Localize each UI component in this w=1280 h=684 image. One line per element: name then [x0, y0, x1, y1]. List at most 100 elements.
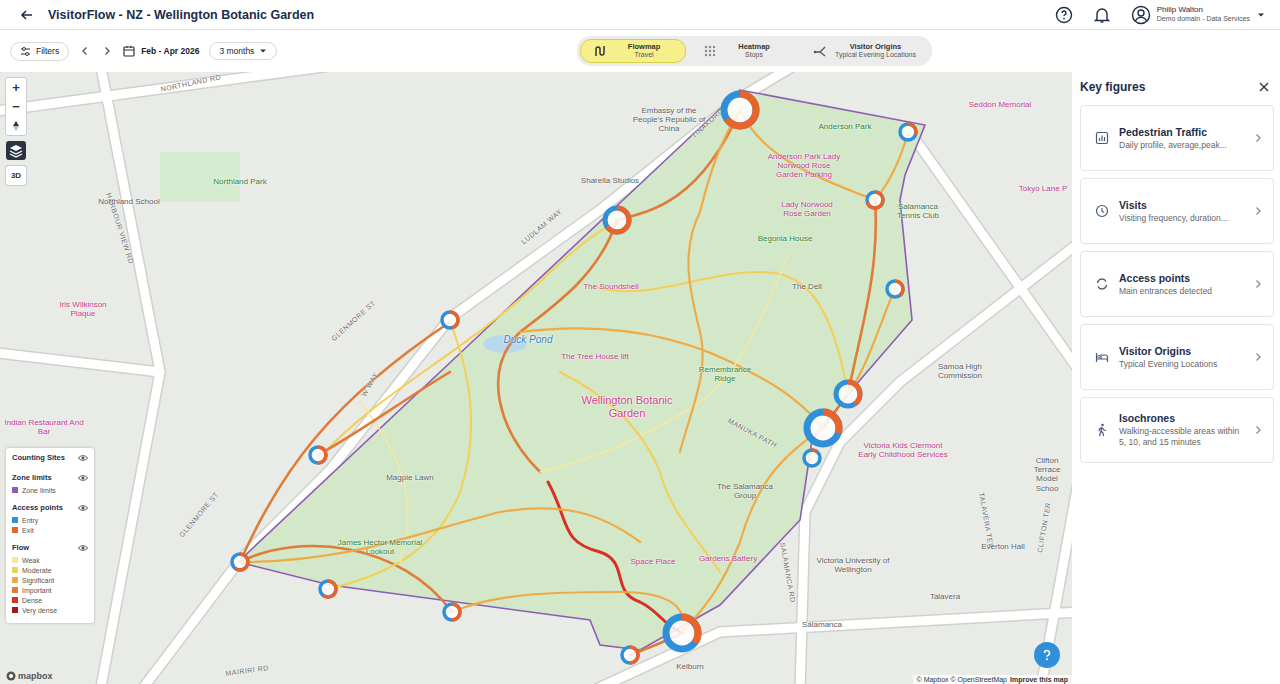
- eye-open-icon[interactable]: [78, 544, 88, 552]
- circular-arrows-icon: [1095, 277, 1109, 291]
- flow-line[interactable]: [498, 220, 617, 472]
- view-tab-label: Flowmap: [615, 43, 673, 52]
- eye-open-icon[interactable]: [78, 474, 88, 482]
- flow-line[interactable]: [320, 220, 617, 457]
- eye-open-icon[interactable]: [78, 454, 88, 462]
- legend-section-header: Counting Sites: [12, 453, 88, 462]
- legend-section-title: Flow: [12, 543, 29, 552]
- key-figure-card[interactable]: IsochronesWalking-accessible areas withi…: [1080, 397, 1274, 463]
- layers-button[interactable]: [6, 141, 26, 160]
- flow-line[interactable]: [240, 508, 640, 562]
- flow-line[interactable]: [328, 322, 471, 589]
- zoom-in-button[interactable]: +: [6, 78, 26, 97]
- filters-label: Filters: [36, 46, 59, 56]
- range-dropdown[interactable]: 3 months: [209, 42, 277, 60]
- access-point[interactable]: [900, 124, 916, 140]
- card-title: Pedestrian Traffic: [1119, 126, 1243, 138]
- walking-person-icon: [1095, 423, 1109, 437]
- view-tab[interactable]: Visitor OriginsTypical Evening Locations: [800, 39, 929, 64]
- flow-line[interactable]: [520, 328, 823, 428]
- map-controls: +− 3D: [6, 78, 26, 185]
- 3d-button[interactable]: 3D: [6, 166, 26, 185]
- flow-line[interactable]: [823, 394, 848, 428]
- zoom-out-button[interactable]: −: [6, 97, 26, 116]
- legend-swatch: [12, 517, 18, 523]
- filters-button[interactable]: Filters: [10, 42, 69, 61]
- bell-icon[interactable]: [1093, 6, 1111, 24]
- toolbar: Filters Feb - Apr 2026 3 months FlowmapTrav…: [0, 30, 1280, 72]
- flow-line[interactable]: [848, 200, 876, 394]
- compass-button[interactable]: [6, 116, 26, 135]
- access-point[interactable]: [232, 554, 248, 570]
- access-point[interactable]: [605, 208, 629, 232]
- flow-line[interactable]: [240, 322, 450, 562]
- key-figure-card[interactable]: Visitor OriginsTypical Evening Locations: [1080, 324, 1274, 390]
- map-label: Talavera: [915, 592, 975, 601]
- access-point[interactable]: [310, 447, 326, 463]
- legend-swatch: [12, 587, 18, 593]
- help-icon[interactable]: [1055, 6, 1073, 24]
- card-subtitle: Daily profile, average,peak...: [1119, 140, 1243, 151]
- access-point[interactable]: [622, 647, 638, 663]
- key-figure-card[interactable]: VisitsVisiting frequency, duration...: [1080, 178, 1274, 244]
- access-point[interactable]: [320, 581, 336, 597]
- key-figure-card[interactable]: Access pointsMain entrances detected: [1080, 251, 1274, 317]
- next-period-icon[interactable]: [101, 45, 113, 57]
- flow-line[interactable]: [240, 546, 452, 612]
- legend-label: Zone limits: [22, 487, 56, 494]
- user-org: Demo domain - Data Services: [1157, 15, 1250, 23]
- access-point[interactable]: [666, 617, 698, 649]
- map-label: Northland School: [84, 197, 174, 206]
- compass-icon: [11, 120, 21, 132]
- view-tab[interactable]: HeatmapStops: [690, 39, 796, 64]
- period-picker[interactable]: Feb - Apr 2026: [123, 45, 199, 57]
- flow-line[interactable]: [318, 372, 450, 455]
- access-point[interactable]: [887, 281, 903, 297]
- card-title: Visits: [1119, 199, 1243, 211]
- previous-period-icon[interactable]: [79, 45, 91, 57]
- garden-zone[interactable]: [238, 90, 925, 650]
- legend-item: Dense: [12, 595, 88, 605]
- view-tab-label: Heatmap: [725, 43, 783, 52]
- access-point[interactable]: [804, 450, 820, 466]
- help-button[interactable]: [1034, 642, 1060, 668]
- access-point[interactable]: [836, 382, 860, 406]
- card-title: Access points: [1119, 272, 1243, 284]
- legend-section: Counting Sites: [12, 453, 88, 465]
- access-point[interactable]: [444, 604, 460, 620]
- roads: [0, 72, 1072, 684]
- access-point-layer: [0, 72, 1072, 684]
- view-tab-label: Visitor Origins: [835, 43, 916, 52]
- origins-icon: [813, 44, 827, 58]
- flow-line[interactable]: [682, 428, 823, 633]
- back-arrow-icon[interactable]: [20, 8, 34, 22]
- improve-map-link[interactable]: Improve this map: [1010, 676, 1068, 683]
- access-point[interactable]: [867, 192, 883, 208]
- access-point[interactable]: [442, 312, 458, 328]
- legend-swatch: [12, 557, 18, 563]
- access-point[interactable]: [807, 412, 839, 444]
- eye-open-icon[interactable]: [78, 504, 88, 512]
- flow-line[interactable]: [848, 289, 895, 394]
- view-tab-sub: Typical Evening Locations: [835, 51, 916, 59]
- legend-label: Dense: [22, 597, 42, 604]
- access-point[interactable]: [724, 94, 756, 126]
- close-icon[interactable]: [1258, 81, 1270, 93]
- map-label: Northland Park: [200, 177, 280, 186]
- card-title: Isochrones: [1119, 412, 1243, 424]
- legend-section-header: Flow: [12, 543, 88, 552]
- map[interactable]: NORTHLAND RDHARBOUR VIEW RDNorthland Par…: [0, 72, 1072, 684]
- user-menu[interactable]: Philip WaltonDemo domain - Data Services: [1131, 5, 1266, 25]
- flow-line[interactable]: [680, 212, 703, 452]
- legend-label: Important: [22, 587, 52, 594]
- flow-line[interactable]: [540, 252, 790, 472]
- map-label: James Hector Memorial Lookout: [335, 538, 425, 556]
- key-figure-card[interactable]: Pedestrian Traffic Daily profile, average…: [1080, 105, 1274, 171]
- view-tab[interactable]: FlowmapTravel: [580, 39, 686, 64]
- flow-line[interactable]: [452, 592, 683, 633]
- flow-line[interactable]: [875, 132, 908, 200]
- chevron-right-icon: [1253, 133, 1263, 143]
- flow-line[interactable]: [630, 633, 682, 655]
- map-label: Space Place: [618, 557, 688, 566]
- caret-down-icon: [1256, 10, 1266, 20]
